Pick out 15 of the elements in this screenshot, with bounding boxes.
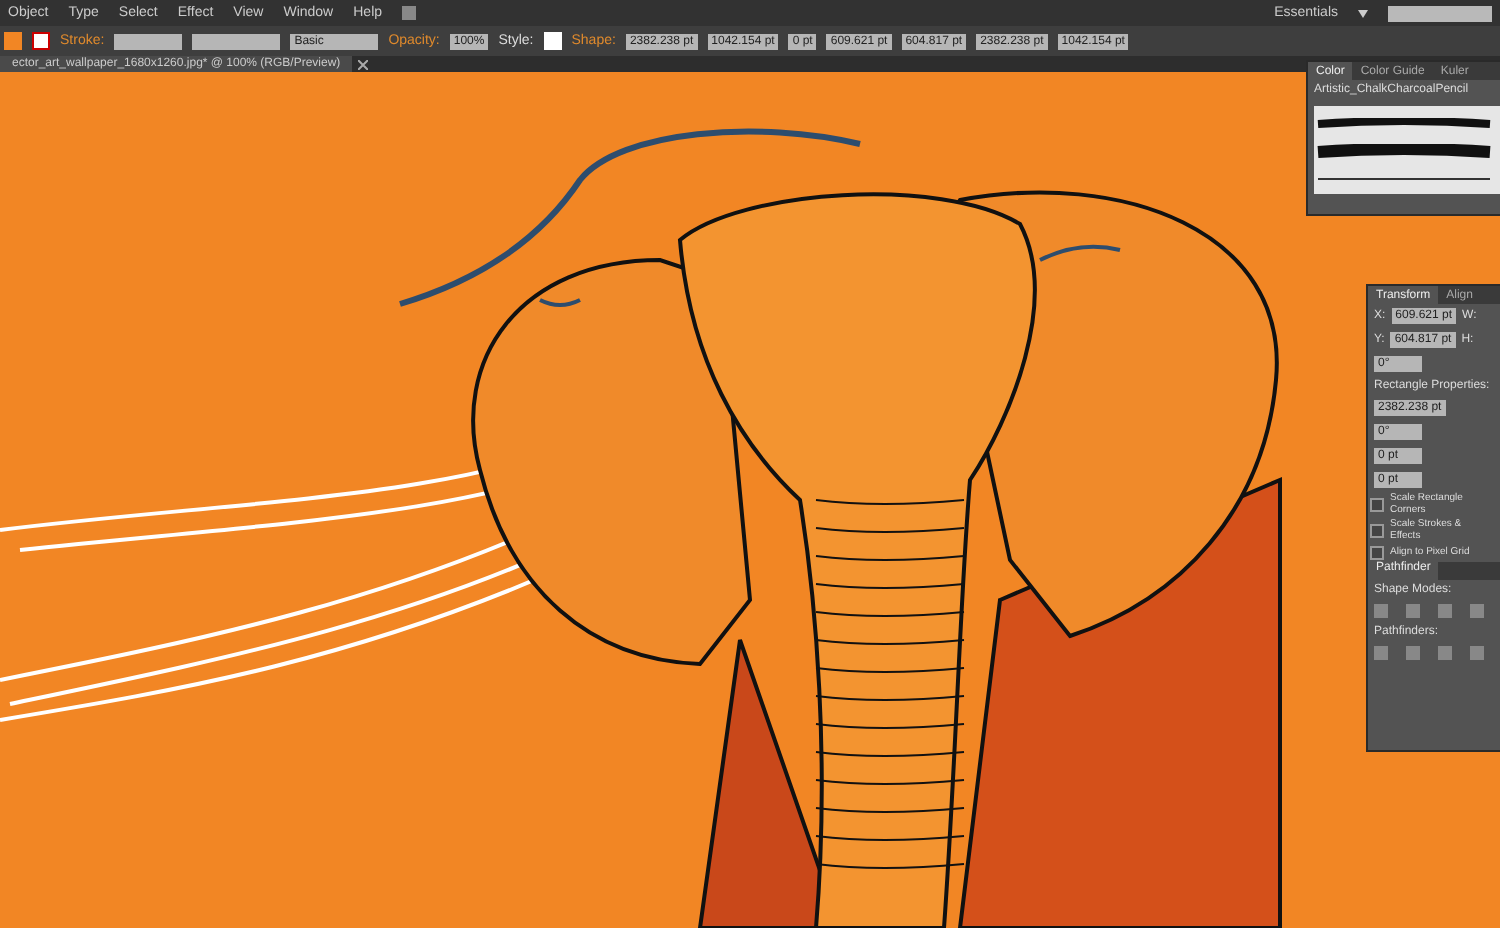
dropdown-caret-icon[interactable]	[1358, 9, 1368, 17]
fill-swatch[interactable]	[4, 32, 22, 50]
checkbox[interactable]	[1370, 524, 1384, 538]
checkbox[interactable]	[1370, 498, 1384, 512]
stroke-swatch[interactable]	[32, 32, 50, 50]
search-field[interactable]	[1388, 5, 1492, 21]
brush-stroke-preview[interactable]	[1314, 117, 1494, 130]
stroke-weight-field[interactable]	[114, 33, 183, 49]
variable-width-field[interactable]	[192, 33, 281, 49]
checkbox[interactable]	[1370, 546, 1384, 560]
close-icon[interactable]	[358, 59, 369, 69]
style-swatch[interactable]	[543, 32, 562, 50]
brush-stroke-preview[interactable]	[1314, 176, 1494, 183]
brush-list[interactable]	[1314, 106, 1500, 194]
brush-stroke-preview[interactable]	[1314, 144, 1494, 161]
